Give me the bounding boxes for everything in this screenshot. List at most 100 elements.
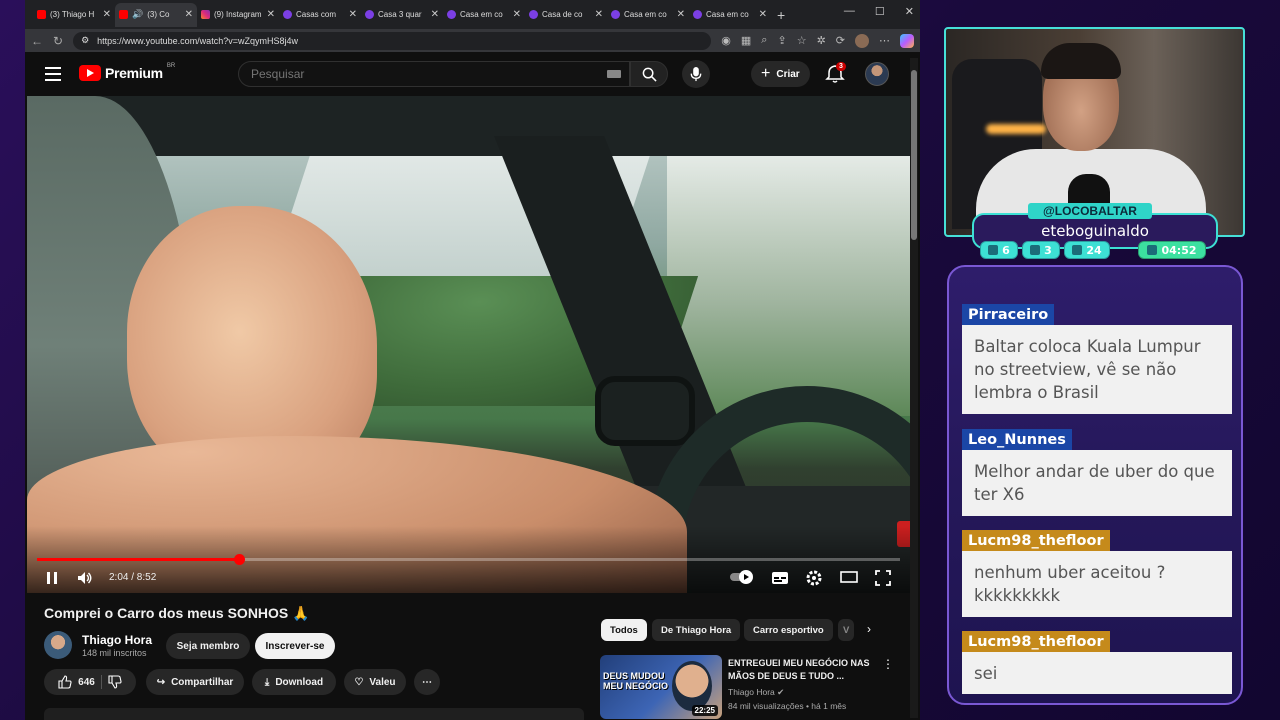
close-icon[interactable]: ✕ (349, 9, 357, 20)
chevron-right-icon[interactable]: › (867, 622, 871, 636)
tab-label: (9) Instagram (214, 10, 262, 19)
plus-icon: + (761, 65, 771, 82)
voice-search-button[interactable] (682, 60, 710, 88)
chip-all[interactable]: Todos (601, 619, 647, 641)
tab-label: Casa de co (542, 10, 583, 19)
chat-message: Baltar coloca Kuala Lumpur no streetview… (962, 325, 1232, 414)
more-actions-button[interactable]: ⋯ (414, 669, 440, 695)
stat-chat: 6 (980, 241, 1018, 259)
stat-value: 04:52 (1161, 243, 1197, 257)
chip-from-channel[interactable]: De Thiago Hora (652, 619, 741, 641)
browser-tab[interactable]: Casa em co ✕ (689, 3, 771, 27)
site-info-icon[interactable]: ⚙ (81, 35, 89, 46)
user-avatar[interactable] (865, 62, 889, 86)
autoplay-toggle-icon[interactable] (729, 569, 755, 585)
zoom-icon[interactable]: ⌕ (761, 34, 767, 47)
channel-name[interactable]: Thiago Hora (82, 633, 152, 647)
share-arrow-icon: ↪ (156, 676, 166, 688)
close-icon[interactable]: ✕ (677, 9, 685, 20)
close-icon[interactable]: ✕ (431, 9, 439, 20)
chaves-icon (611, 10, 620, 19)
player-controls: 2:04 / 8:52 (27, 566, 910, 590)
browser-tab[interactable]: (9) Instagram ✕ (197, 3, 279, 27)
more-vert-icon[interactable]: ⋮ (882, 657, 894, 671)
reader-icon[interactable]: ◉ (721, 34, 731, 47)
youtube-logo[interactable]: Premium BR (79, 63, 176, 81)
favorite-icon[interactable]: ☆ (797, 34, 807, 47)
video-player[interactable]: 2:04 / 8:52 (27, 96, 910, 593)
stat-viewers: 24 (1064, 241, 1110, 259)
pause-icon[interactable] (45, 571, 59, 585)
chip-sports-car[interactable]: Carro esportivo (744, 619, 833, 641)
recommendation-thumbnail[interactable]: DEUS MUDOU MEU NEGÓCIO 22:25 (600, 655, 722, 719)
search-input[interactable] (251, 67, 607, 81)
close-icon[interactable]: ✕ (513, 9, 521, 20)
subscribe-button[interactable]: Inscrever-se (255, 633, 335, 659)
tab-label: Casa em co (460, 10, 503, 19)
browser-tab[interactable]: (3) Thiago H ✕ (33, 3, 115, 27)
browser-tab-active[interactable]: 🔊 (3) Co ✕ (115, 2, 197, 27)
profile-icon[interactable] (855, 33, 869, 48)
progress-bar[interactable] (37, 554, 900, 565)
keyboard-icon[interactable] (607, 70, 621, 78)
join-button[interactable]: Seja membro (166, 633, 250, 659)
more-icon[interactable]: ⋯ (879, 34, 890, 47)
page-scrollbar[interactable] (910, 58, 918, 718)
divider (100, 675, 102, 689)
captions-icon[interactable] (771, 571, 789, 585)
browser-tab[interactable]: Casa 3 quar ✕ (361, 3, 443, 27)
browser-tab[interactable]: Casa de co ✕ (525, 3, 607, 27)
fullscreen-icon[interactable] (875, 570, 891, 586)
close-window-icon[interactable]: ✕ (905, 5, 914, 18)
close-icon[interactable]: ✕ (103, 9, 111, 20)
close-icon[interactable]: ✕ (595, 9, 603, 20)
scrollbar-thumb[interactable] (911, 70, 917, 240)
url-text: https://www.youtube.com/watch?v=wZqymHS8… (97, 35, 298, 46)
reload-icon[interactable]: ↻ (53, 34, 63, 48)
thumbs-down-icon[interactable] (108, 675, 122, 689)
chip-label: De Thiago Hora (661, 624, 732, 636)
share-icon[interactable]: ⇪ (777, 34, 786, 47)
description-box[interactable] (44, 708, 584, 720)
channel-avatar[interactable] (44, 631, 72, 659)
thumbs-up-icon[interactable] (58, 675, 72, 689)
close-icon[interactable]: ✕ (185, 9, 193, 20)
copilot-icon[interactable] (900, 33, 914, 48)
recommendation-title[interactable]: ENTREGUEI MEU NEGÓCIO NAS MÃOS DE DEUS E… (728, 657, 878, 683)
minimize-icon[interactable]: — (844, 5, 855, 18)
progress-scrubber[interactable] (233, 554, 245, 565)
extensions-icon[interactable]: ✲ (817, 34, 826, 47)
streamer-hair (1041, 43, 1121, 79)
download-button[interactable]: ⤓ Download (252, 669, 336, 695)
recommendation-channel[interactable]: Thiago Hora ✔ (728, 687, 784, 698)
download-label: Download (275, 676, 324, 688)
verified-icon: ✔ (777, 687, 785, 697)
chip-partial[interactable]: V (838, 619, 855, 641)
browser-tab[interactable]: Casa em co ✕ (607, 3, 689, 27)
youtube-icon (1030, 245, 1041, 255)
new-tab-icon[interactable]: + (777, 7, 785, 23)
browser-tab[interactable]: Casa em co ✕ (443, 3, 525, 27)
settings-gear-icon[interactable] (805, 569, 823, 587)
theater-mode-icon[interactable] (840, 571, 858, 583)
thanks-button[interactable]: ♡ Valeu (344, 669, 406, 695)
browser-tab[interactable]: Casas com ✕ (279, 3, 361, 27)
apps-icon[interactable]: ▦ (741, 34, 751, 47)
video-scene (667, 136, 910, 416)
youtube-header: Premium BR + Criar 3 (25, 52, 920, 96)
create-button[interactable]: + Criar (751, 61, 810, 87)
maximize-icon[interactable]: ☐ (875, 5, 885, 18)
back-icon[interactable]: ← (31, 34, 43, 48)
volume-icon[interactable] (77, 570, 93, 586)
chip-label: Todos (610, 624, 638, 636)
collections-icon[interactable]: ⟳ (836, 34, 845, 47)
search-button[interactable] (630, 61, 668, 87)
url-field[interactable]: ⚙ https://www.youtube.com/watch?v=wZqymH… (73, 31, 712, 50)
region-code: BR (166, 63, 176, 69)
close-icon[interactable]: ✕ (759, 9, 767, 20)
menu-icon[interactable] (45, 67, 61, 85)
speaker-icon[interactable]: 🔊 (132, 9, 143, 20)
close-icon[interactable]: ✕ (267, 9, 275, 20)
share-button[interactable]: ↪ Compartilhar (146, 669, 244, 695)
youtube-icon (119, 10, 128, 19)
